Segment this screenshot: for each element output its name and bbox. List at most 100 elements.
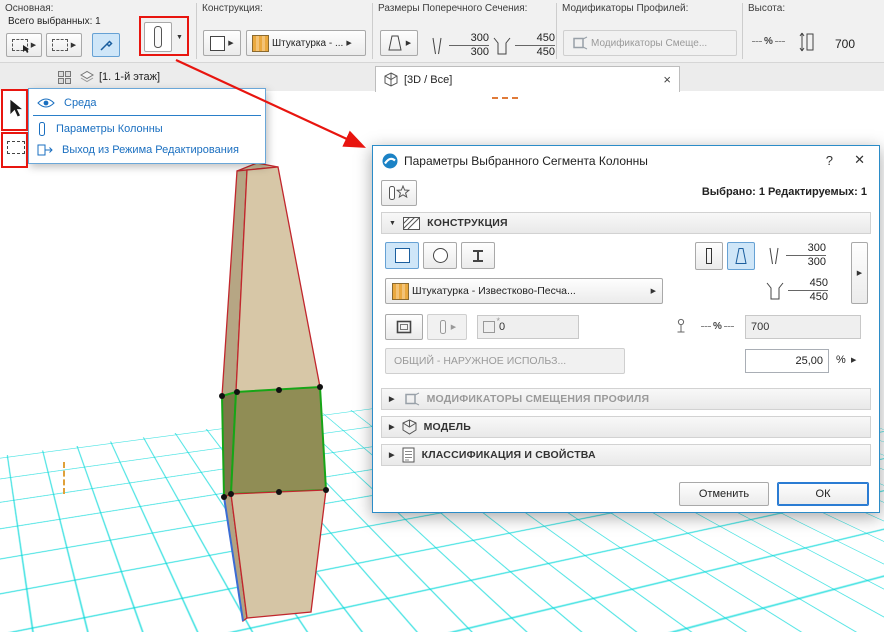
marquee-tool-icon[interactable]: [7, 141, 25, 154]
material-dropdown[interactable]: Штукатурка - ... ▶: [246, 30, 366, 56]
column-lower-front-face[interactable]: [231, 490, 326, 618]
floor-plan-icon[interactable]: [79, 70, 95, 84]
shape-ibeam-button[interactable]: [461, 242, 495, 269]
flyout-arrow-icon[interactable]: ▶: [851, 357, 856, 364]
width-bottom-value: 300: [471, 46, 489, 58]
section-classification-label: КЛАССИФИКАЦИЯ И СВОЙСТВА: [422, 449, 596, 461]
section-profile-modifiers[interactable]: ▶ МОДИФИКАТОРЫ СМЕЩЕНИЯ ПРОФИЛЯ: [381, 388, 871, 410]
group-modifiers-label: Модификаторы Профилей:: [562, 3, 688, 14]
width-top-value: 300: [786, 242, 826, 256]
toolbar-separator: [742, 3, 743, 59]
expand-arrow-icon: ▶: [389, 396, 395, 403]
anchor-point-icon[interactable]: [675, 318, 687, 335]
width-dimension[interactable]: 300 300: [449, 32, 489, 59]
cross-section-shape-button[interactable]: ▶: [203, 30, 241, 56]
hatch-icon: [403, 217, 420, 230]
tapered-column-icon: [733, 246, 749, 266]
favorites-star-icon: [388, 185, 410, 201]
uniform-column-toggle[interactable]: [695, 242, 723, 270]
menu-item-label: Параметры Колонны: [56, 123, 163, 135]
tapered-column-toggle[interactable]: [727, 242, 755, 270]
surface-value: ОБЩИЙ - НАРУЖНОЕ ИСПОЛЬЗ...: [394, 355, 566, 367]
column-icon: [37, 121, 47, 137]
material-swatch-icon: [252, 35, 269, 52]
material-swatch-icon: [392, 283, 409, 300]
segment-height-value: 700: [751, 321, 769, 333]
ok-button[interactable]: ОК: [777, 482, 869, 506]
width-bottom-value: 300: [808, 256, 826, 268]
menu-item-environment[interactable]: Среда: [29, 92, 265, 113]
cancel-button[interactable]: Отменить: [679, 482, 769, 506]
depth-bottom-value: 450: [810, 291, 828, 303]
segment-profile-button: ▶: [427, 314, 467, 340]
expand-arrow-icon: ▶: [389, 452, 395, 459]
dialog-close-button[interactable]: ✕: [854, 152, 865, 168]
section-construction-label: КОНСТРУКЦИЯ: [427, 217, 508, 229]
flyout-arrow-icon: ▶: [71, 42, 76, 49]
marquee-flyout-button[interactable]: ▶: [46, 33, 82, 57]
column-tool-button[interactable]: [144, 22, 172, 52]
tab-floor-label[interactable]: [1. 1-й этаж]: [99, 71, 160, 83]
top-toolbar: Основная: Всего выбранных: 1 ▶ ▶ ▼ Конст…: [0, 0, 884, 63]
circle-shape-icon: [433, 248, 448, 263]
profile-modifiers-label: Модификаторы Смеще...: [591, 38, 707, 49]
offset-ref-icon: *: [483, 321, 495, 333]
tab-3d-active[interactable]: [3D / Все] ×: [375, 66, 680, 92]
group-height-label: Высота:: [748, 3, 785, 14]
favorites-button[interactable]: [381, 180, 417, 206]
depth-dimension[interactable]: 450 450: [788, 277, 828, 304]
dimension-expand-button[interactable]: ▶: [851, 242, 868, 304]
column-upper-front-face[interactable]: [236, 167, 320, 392]
percent-value: 25,00: [795, 355, 823, 367]
eye-icon: [37, 97, 55, 109]
height-percent-icon[interactable]: %: [701, 321, 734, 332]
column-icon: [438, 319, 448, 335]
depth-dimension[interactable]: 450 450: [515, 32, 555, 59]
shape-square-button[interactable]: [385, 242, 419, 269]
pickup-parameters-icon: [99, 38, 113, 52]
shape-circle-button[interactable]: [423, 242, 457, 269]
toolbar-separator: [372, 3, 373, 59]
profile-shape-button[interactable]: ▶: [380, 30, 418, 56]
column-segment-dialog: Параметры Выбранного Сегмента Колонны ? …: [372, 145, 880, 513]
width-dimension[interactable]: 300 300: [786, 242, 826, 269]
height-value[interactable]: 700: [835, 37, 855, 51]
dialog-width-group: 300 300: [765, 242, 826, 269]
document-list-icon: [402, 447, 415, 463]
flyout-arrow-icon: ▶: [651, 288, 656, 295]
core-fill-button[interactable]: [385, 314, 423, 340]
menu-item-column-parameters[interactable]: Параметры Колонны: [29, 118, 265, 139]
segment-height-field: 700: [745, 315, 861, 339]
dialog-depth-group: 450 450: [765, 277, 828, 304]
percent-field[interactable]: 25,00: [745, 349, 829, 373]
height-percent-icon[interactable]: %: [752, 36, 785, 47]
edit-context-menu: Среда Параметры Колонны Выход из Режима …: [28, 88, 266, 164]
section-construction[interactable]: ▼ КОНСТРУКЦИЯ: [381, 212, 871, 234]
group-main-label: Основная:: [5, 3, 53, 14]
column-selected-front-face[interactable]: [231, 387, 326, 494]
dialog-title: Параметры Выбранного Сегмента Колонны: [404, 154, 648, 168]
tab-grid-icon[interactable]: [58, 71, 72, 84]
flyout-arrow-icon: ▶: [857, 270, 862, 277]
help-button[interactable]: ?: [826, 153, 833, 168]
menu-item-exit-edit-mode[interactable]: Выход из Режима Редактирования: [29, 139, 265, 160]
square-shape-icon: [210, 36, 225, 51]
marquee-icon: [52, 39, 68, 51]
profile-offset-icon: [570, 35, 588, 51]
column-tool-dropdown-icon[interactable]: ▼: [176, 34, 183, 41]
pickup-parameters-button[interactable]: [92, 33, 120, 57]
section-model[interactable]: ▶ МОДЕЛЬ: [381, 416, 871, 438]
3d-view-icon: [384, 72, 398, 87]
section-classification[interactable]: ▶ КЛАССИФИКАЦИЯ И СВОЙСТВА: [381, 444, 871, 466]
flyout-arrow-icon: ▶: [31, 42, 36, 49]
arrow-tool-icon[interactable]: [6, 97, 24, 119]
tab-close-icon[interactable]: ×: [663, 72, 671, 87]
arrow-flyout-button[interactable]: ▶: [6, 33, 42, 57]
menu-item-label: Выход из Режима Редактирования: [62, 144, 239, 156]
material-dropdown[interactable]: Штукатурка - Известково-Песча... ▶: [385, 278, 663, 304]
selected-count: Всего выбранных: 1: [8, 16, 101, 27]
width-top-value: 300: [449, 32, 489, 46]
tab-3d-label: [3D / Все]: [404, 74, 452, 86]
straight-column-icon: [702, 246, 716, 266]
app-window: Основная: Всего выбранных: 1 ▶ ▶ ▼ Конст…: [0, 0, 884, 632]
